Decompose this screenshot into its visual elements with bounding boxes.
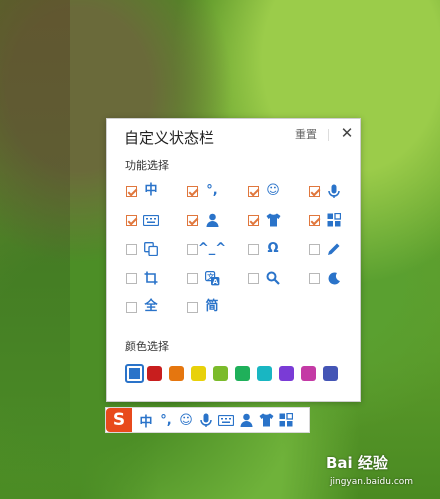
headphones-icon: Ω — [267, 241, 279, 256]
option-voice[interactable] — [309, 182, 349, 200]
option-toolbox[interactable] — [309, 211, 349, 229]
option-emoji[interactable]: ☺ — [248, 182, 288, 200]
option-headphones[interactable]: Ω — [248, 240, 288, 258]
sogou-logo[interactable]: S — [106, 408, 132, 432]
option-crop[interactable] — [126, 269, 166, 287]
keyboard-icon — [143, 212, 159, 228]
toolbar-shirt-icon[interactable] — [256, 408, 276, 432]
option-simplified[interactable]: 简 — [187, 298, 227, 316]
color-swatch[interactable] — [235, 366, 250, 381]
header-divider — [328, 129, 329, 141]
reset-button[interactable]: 重置 — [295, 126, 317, 142]
option-checkbox[interactable] — [309, 214, 320, 226]
punctuation-icon: °, — [206, 183, 218, 198]
option-checkbox[interactable] — [126, 301, 137, 313]
option-checkbox[interactable] — [126, 185, 137, 197]
option-checkbox[interactable] — [248, 272, 259, 284]
option-checkbox[interactable] — [309, 185, 320, 197]
option-user[interactable] — [187, 211, 227, 229]
user-icon — [204, 212, 220, 228]
option-emoticon[interactable]: ^_^ — [187, 240, 227, 258]
panel-title: 自定义状态栏 — [124, 129, 215, 147]
option-translate[interactable]: 文A — [187, 269, 227, 287]
option-checkbox[interactable] — [126, 243, 137, 255]
color-swatches — [125, 364, 355, 386]
skin-icon — [265, 212, 281, 228]
handwriting-icon — [326, 241, 342, 257]
search-icon — [265, 270, 281, 286]
voice-icon — [326, 183, 342, 199]
color-swatch[interactable] — [323, 366, 338, 381]
baidu-watermark: Bai 经验 — [326, 454, 388, 472]
toolbar-punctuation-icon[interactable]: °, — [156, 408, 176, 432]
option-checkbox[interactable] — [126, 272, 137, 284]
option-search[interactable] — [248, 269, 288, 287]
option-handwriting[interactable] — [309, 240, 349, 258]
color-swatch[interactable] — [191, 366, 206, 381]
background-image — [0, 0, 70, 499]
close-button[interactable]: ✕ — [339, 122, 355, 144]
option-checkbox[interactable] — [248, 243, 259, 255]
emoji-icon: ☺ — [266, 183, 280, 198]
ime-status-toolbar: S 中 °, ☺ — [105, 407, 310, 433]
option-punctuation[interactable]: °, — [187, 182, 227, 200]
color-swatch[interactable] — [147, 366, 162, 381]
toolbar-user-icon[interactable] — [236, 408, 256, 432]
copy-icon — [143, 241, 159, 257]
emoticon-icon: ^_^ — [197, 241, 227, 256]
toolbar-kbd-icon[interactable] — [216, 408, 236, 432]
full-width-icon: 全 — [144, 299, 158, 314]
night-mode-icon — [326, 270, 342, 286]
baidu-watermark-url: jingyan.baidu.com — [330, 477, 414, 487]
crop-icon — [143, 270, 159, 286]
option-keyboard[interactable] — [126, 211, 166, 229]
translate-icon: 文A — [204, 270, 220, 286]
option-checkbox[interactable] — [187, 243, 198, 255]
colors-section-label: 颜色选择 — [125, 340, 169, 353]
chinese-mode-icon: 中 — [144, 183, 158, 198]
option-chinese-mode[interactable]: 中 — [126, 182, 166, 200]
option-checkbox[interactable] — [126, 214, 137, 226]
toolbar-grid-icon[interactable] — [276, 408, 296, 432]
option-checkbox[interactable] — [309, 243, 320, 255]
svg-text:A: A — [212, 278, 218, 286]
toolbar-mic-icon[interactable] — [196, 408, 216, 432]
color-swatch[interactable] — [257, 366, 272, 381]
option-checkbox[interactable] — [187, 214, 198, 226]
option-checkbox[interactable] — [248, 214, 259, 226]
toolbox-icon — [326, 212, 342, 228]
option-night-mode[interactable] — [309, 269, 349, 287]
color-swatch[interactable] — [301, 366, 316, 381]
toolbar-emoji-icon[interactable]: ☺ — [176, 408, 196, 432]
functions-section-label: 功能选择 — [125, 159, 169, 172]
option-checkbox[interactable] — [309, 272, 320, 284]
color-swatch[interactable] — [169, 366, 184, 381]
option-skin[interactable] — [248, 211, 288, 229]
option-checkbox[interactable] — [248, 185, 259, 197]
color-swatch[interactable] — [213, 366, 228, 381]
color-swatch[interactable] — [279, 366, 294, 381]
customize-statusbar-panel: 自定义状态栏 重置 ✕ 功能选择 中 °, ☺ ^_^ Ω 文 A 全 简 颜色选择 — [106, 118, 361, 402]
color-swatch[interactable] — [125, 364, 144, 383]
simplified-icon: 简 — [205, 299, 219, 314]
option-checkbox[interactable] — [187, 185, 198, 197]
toolbar-chinese-mode-icon[interactable]: 中 — [136, 408, 156, 432]
option-full-width[interactable]: 全 — [126, 298, 166, 316]
option-checkbox[interactable] — [187, 301, 198, 313]
option-copy[interactable] — [126, 240, 166, 258]
option-checkbox[interactable] — [187, 272, 198, 284]
